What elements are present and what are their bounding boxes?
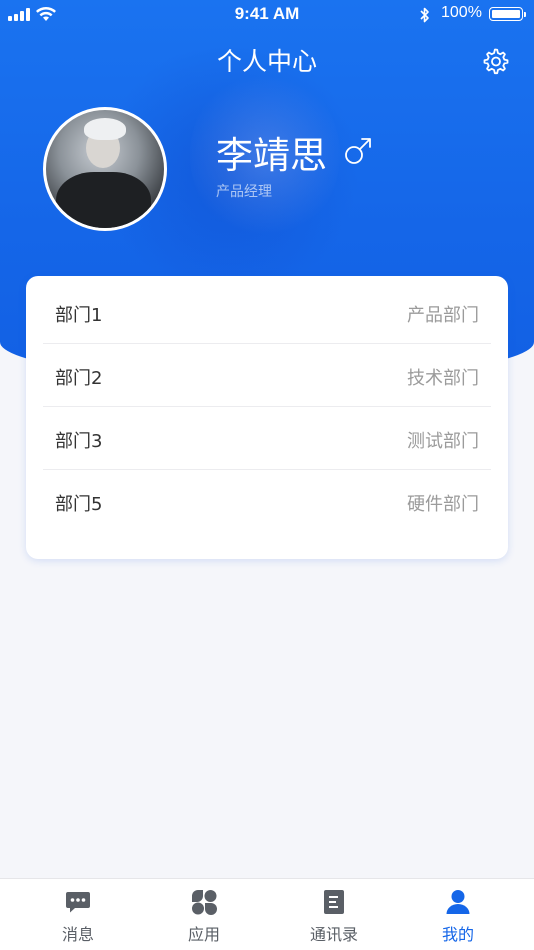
bluetooth-icon — [420, 7, 429, 23]
department-label: 部门2 — [55, 368, 103, 389]
profile-screen: 9:41 AM 100% 个人中心 李靖思 产品经理 部门1 产品部门 部门2 … — [0, 0, 534, 950]
department-row[interactable]: 部门2 技术部门 — [43, 344, 491, 407]
user-name: 李靖思 — [216, 134, 327, 177]
tab-bar: 消息 应用 通讯录 我的 — [0, 878, 534, 950]
apps-icon — [192, 890, 217, 915]
status-bar: 9:41 AM 100% — [0, 0, 534, 30]
tab-me[interactable]: 我的 — [398, 879, 518, 950]
job-title: 产品经理 — [216, 184, 272, 200]
battery-icon — [489, 7, 526, 21]
gear-icon — [483, 48, 509, 75]
tab-contacts[interactable]: 通讯录 — [274, 879, 394, 950]
department-label: 部门5 — [55, 494, 103, 515]
battery-percent: 100% — [441, 4, 482, 21]
tab-label: 消息 — [61, 925, 94, 944]
department-row[interactable]: 部门5 硬件部门 — [43, 470, 491, 533]
department-row[interactable]: 部门3 测试部门 — [43, 407, 491, 470]
department-label: 部门1 — [55, 305, 103, 326]
tab-apps[interactable]: 应用 — [144, 879, 264, 950]
department-card: 部门1 产品部门 部门2 技术部门 部门3 测试部门 部门5 硬件部门 — [26, 276, 508, 559]
department-label: 部门3 — [55, 431, 103, 452]
tab-messages[interactable]: 消息 — [18, 879, 138, 950]
department-value: 产品部门 — [407, 305, 479, 326]
department-value: 测试部门 — [407, 431, 479, 452]
department-row[interactable]: 部门1 产品部门 — [43, 281, 491, 344]
tab-label: 通讯录 — [309, 925, 358, 944]
profile-icon — [446, 890, 470, 914]
avatar[interactable] — [43, 107, 167, 231]
message-icon — [66, 892, 90, 913]
page-title: 个人中心 — [216, 47, 317, 76]
department-value: 硬件部门 — [407, 494, 479, 515]
contacts-icon — [324, 890, 344, 914]
settings-button[interactable] — [480, 46, 510, 76]
tab-label: 我的 — [441, 925, 474, 944]
tab-label: 应用 — [187, 925, 220, 944]
department-value: 技术部门 — [407, 368, 479, 389]
male-gender-icon — [345, 138, 371, 164]
